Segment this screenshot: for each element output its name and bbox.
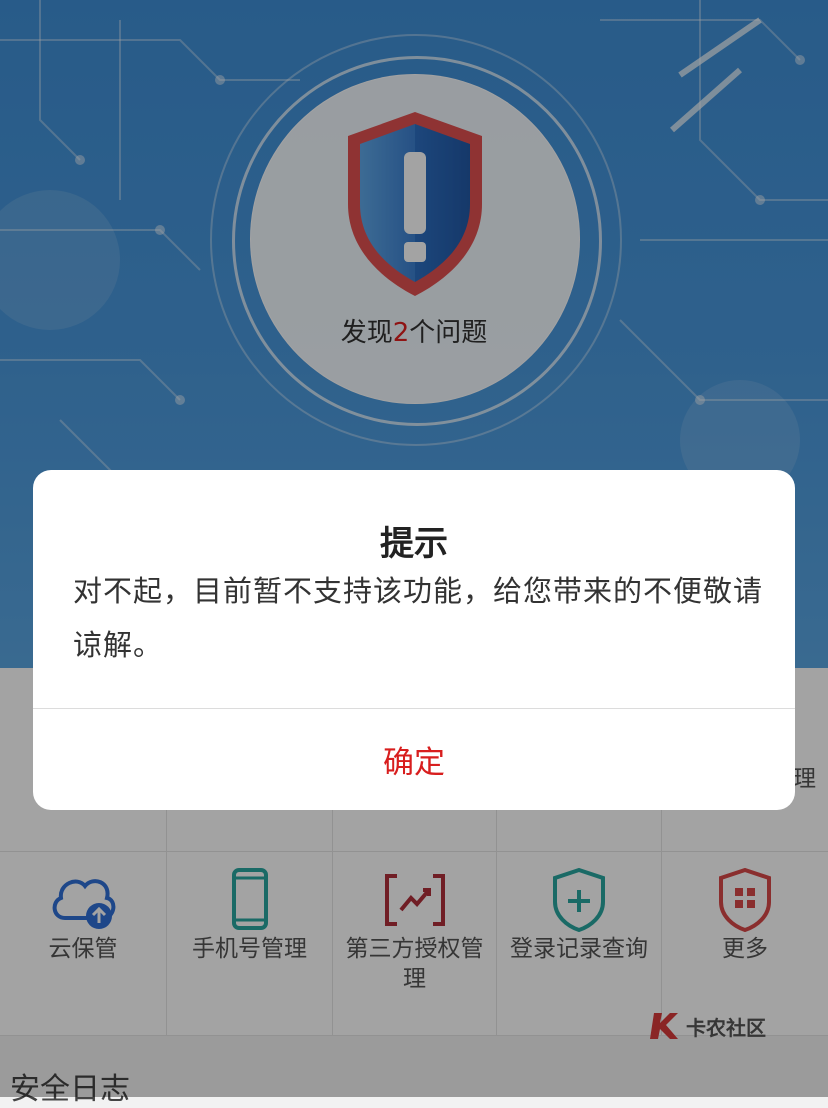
confirm-button[interactable]: 确定 xyxy=(33,709,795,810)
dialog-title: 提示 xyxy=(380,524,448,564)
dialog-message: 对不起，目前暂不支持该功能，给您带来的不便敬请谅解。 xyxy=(73,574,764,662)
alert-dialog: 提示 对不起，目前暂不支持该功能，给您带来的不便敬请谅解。 确定 xyxy=(33,470,795,810)
